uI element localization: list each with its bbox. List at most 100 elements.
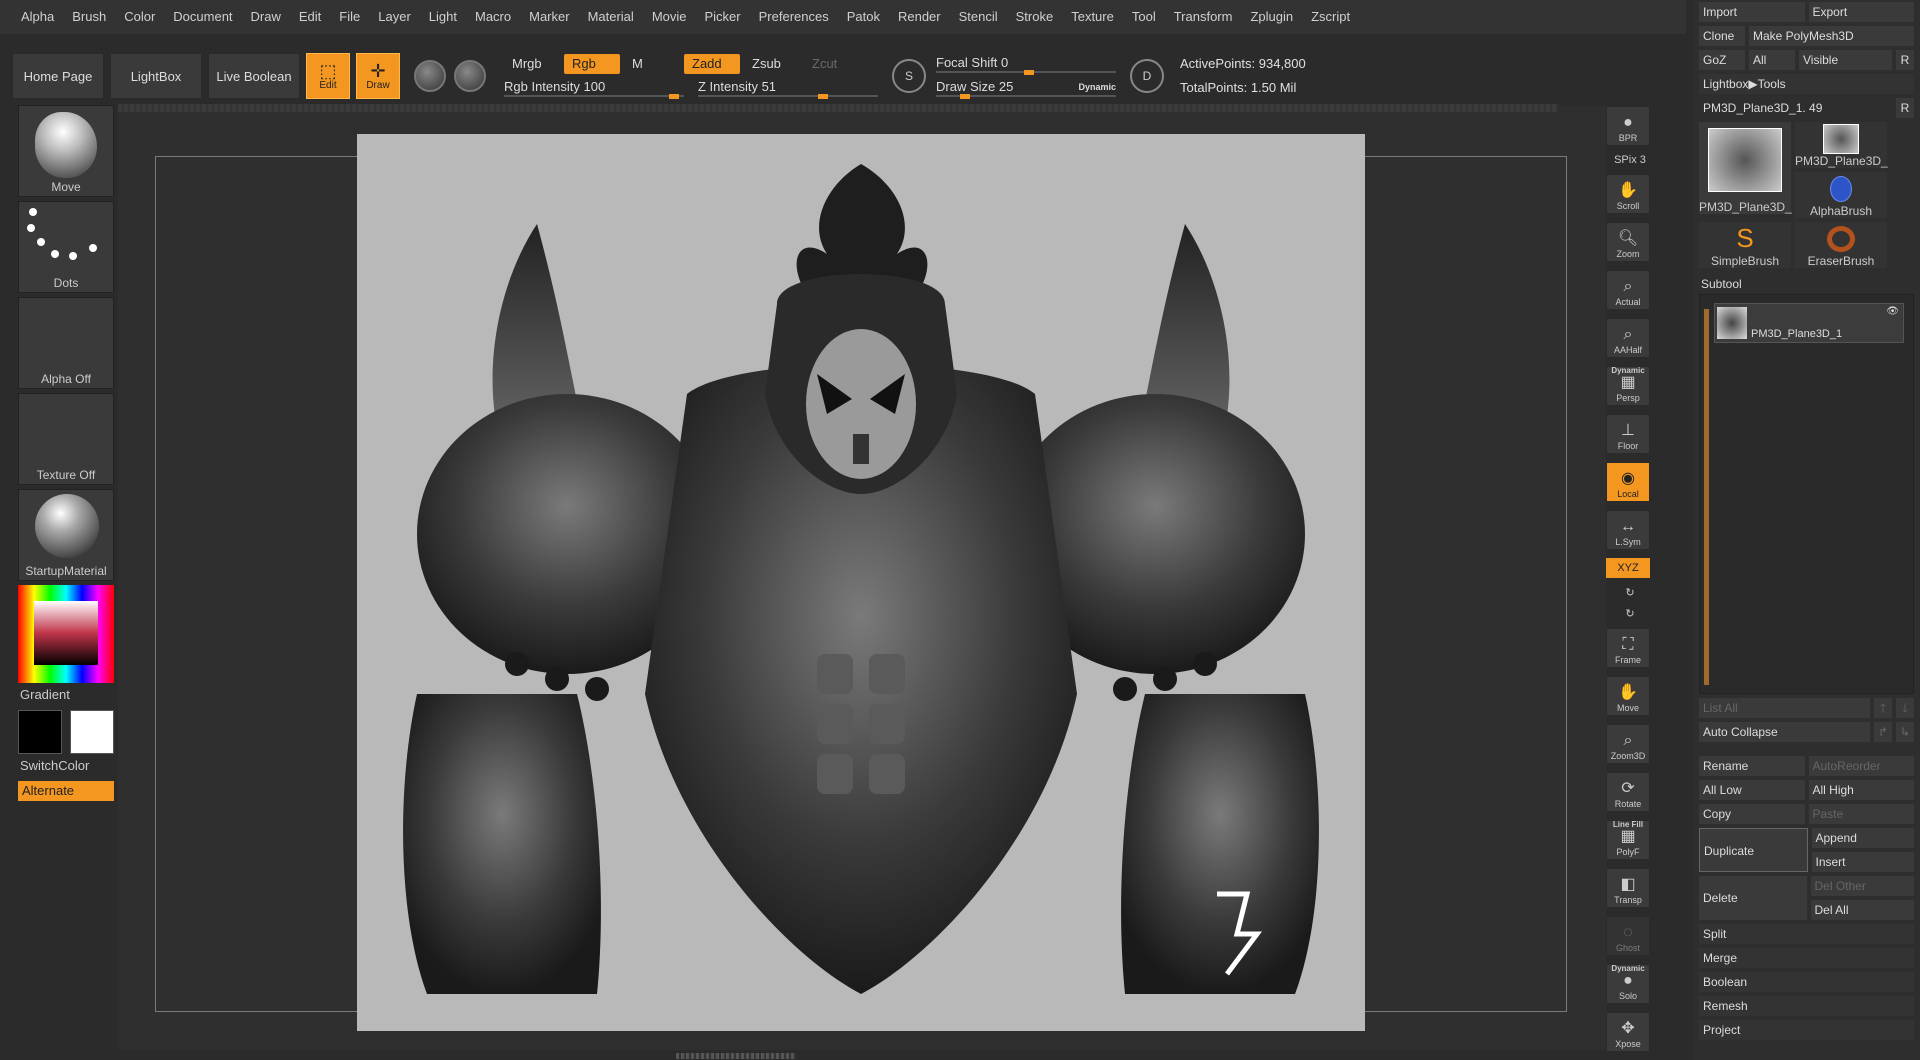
goz-visible-button[interactable]: Visible [1799, 50, 1892, 70]
menu-tool[interactable]: Tool [1123, 0, 1165, 34]
draw-size-icon[interactable]: D [1130, 59, 1164, 93]
undo-arrow-icon[interactable]: ↳ [1896, 722, 1914, 742]
focal-shift-icon[interactable]: S [892, 59, 926, 93]
menu-layer[interactable]: Layer [369, 0, 420, 34]
polyf-button[interactable]: Line Fill ▦ PolyF [1606, 820, 1650, 860]
auto-collapse-button[interactable]: Auto Collapse [1699, 722, 1870, 742]
insert-button[interactable]: Insert [1811, 852, 1914, 872]
scroll-button[interactable]: ✋ Scroll [1606, 174, 1650, 214]
xyz-button[interactable]: XYZ [1606, 558, 1650, 578]
delete-button[interactable]: Delete [1699, 876, 1807, 920]
menu-edit[interactable]: Edit [290, 0, 330, 34]
menu-marker[interactable]: Marker [520, 0, 578, 34]
bottom-tray-handle[interactable] [676, 1053, 796, 1059]
sphere-move-icon[interactable] [414, 60, 446, 92]
menu-brush[interactable]: Brush [63, 0, 115, 34]
primary-color-swatch[interactable] [18, 710, 62, 754]
alternate-toggle[interactable]: Alternate [18, 781, 114, 801]
split-menu[interactable]: Split [1699, 924, 1914, 944]
menu-alpha[interactable]: Alpha [12, 0, 63, 34]
menu-document[interactable]: Document [164, 0, 241, 34]
secondary-color-swatch[interactable] [70, 710, 114, 754]
menu-color[interactable]: Color [115, 0, 164, 34]
current-tool-r-button[interactable]: R [1896, 98, 1914, 118]
material-selector[interactable]: StartupMaterial [18, 489, 114, 581]
redo-arrow-icon[interactable]: ↱ [1874, 722, 1892, 742]
merge-menu[interactable]: Merge [1699, 948, 1914, 968]
subtool-header[interactable]: Subtool [1693, 274, 1920, 294]
alpha-selector[interactable]: Alpha Off [18, 297, 114, 389]
auto-reorder-button[interactable]: AutoReorder [1808, 756, 1914, 776]
menu-zplugin[interactable]: Zplugin [1241, 0, 1302, 34]
list-all-button[interactable]: List All [1699, 698, 1870, 718]
duplicate-button[interactable]: Duplicate [1699, 828, 1808, 872]
move-down-icon[interactable]: 🡓 [1896, 698, 1914, 718]
move-up-icon[interactable]: 🡑 [1874, 698, 1892, 718]
rgb-intensity-knob[interactable] [669, 94, 679, 99]
solo-button[interactable]: Dynamic ● Solo [1606, 964, 1650, 1004]
rename-button[interactable]: Rename [1699, 756, 1805, 776]
rotate-z-icon[interactable]: ↻ [1606, 607, 1654, 620]
canvas-top-scrollbar[interactable] [118, 104, 1558, 112]
rgb-toggle[interactable]: Rgb [564, 54, 620, 74]
m-toggle[interactable]: M [624, 54, 680, 74]
remesh-menu[interactable]: Remesh [1699, 996, 1914, 1016]
gradient-toggle[interactable]: Gradient [18, 683, 114, 706]
menu-render[interactable]: Render [889, 0, 950, 34]
tool-alphabrush[interactable]: AlphaBrush [1795, 172, 1887, 218]
menu-stroke[interactable]: Stroke [1007, 0, 1063, 34]
clone-button[interactable]: Clone [1699, 26, 1745, 46]
local-button[interactable]: ◉ Local [1606, 462, 1650, 502]
subtool-item[interactable]: 👁︎ PM3D_Plane3D_1 [1714, 303, 1904, 343]
menu-patok[interactable]: Patok [838, 0, 889, 34]
current-tool-slider[interactable]: PM3D_Plane3D_1. 49 [1699, 98, 1892, 118]
append-button[interactable]: Append [1811, 828, 1914, 848]
zcut-toggle[interactable]: Zcut [804, 54, 860, 74]
color-picker[interactable] [18, 585, 114, 683]
edit-button[interactable]: ⬚ Edit [306, 53, 350, 99]
menu-texture[interactable]: Texture [1062, 0, 1123, 34]
goz-all-button[interactable]: All [1749, 50, 1795, 70]
rotate-button[interactable]: ⟳ Rotate [1606, 772, 1650, 812]
make-polymesh-button[interactable]: Make PolyMesh3D [1749, 26, 1914, 46]
zsub-toggle[interactable]: Zsub [744, 54, 800, 74]
live-boolean-button[interactable]: Live Boolean [208, 53, 300, 99]
lsym-button[interactable]: ↔ L.Sym [1606, 510, 1650, 550]
tool-eraserbrush[interactable]: EraserBrush [1795, 222, 1887, 268]
tool-simplebrush[interactable]: S SimpleBrush [1699, 222, 1791, 268]
menu-transform[interactable]: Transform [1165, 0, 1242, 34]
sculpt-artwork[interactable] [357, 134, 1365, 1031]
menu-zscript[interactable]: Zscript [1302, 0, 1359, 34]
del-all-button[interactable]: Del All [1810, 900, 1914, 920]
sphere-scale-icon[interactable] [454, 60, 486, 92]
zadd-toggle[interactable]: Zadd [684, 54, 740, 74]
lightbox-tools-button[interactable]: Lightbox▶Tools [1699, 74, 1914, 94]
rotate-y-icon[interactable]: ↻ [1606, 586, 1654, 599]
transp-button[interactable]: ◧ Transp [1606, 868, 1650, 908]
tool-thumb-secondary[interactable]: PM3D_Plane3D_ [1795, 122, 1888, 168]
z-intensity-knob[interactable] [818, 94, 828, 99]
brush-selector[interactable]: Move [18, 105, 114, 197]
goz-button[interactable]: GoZ [1699, 50, 1745, 70]
draw-size-knob[interactable] [960, 94, 970, 99]
menu-material[interactable]: Material [579, 0, 643, 34]
focal-shift-knob[interactable] [1024, 70, 1034, 75]
rgb-intensity-slider[interactable]: Rgb Intensity 100 [504, 77, 684, 99]
tool-thumb-main[interactable]: PM3D_Plane3D_ [1699, 122, 1792, 214]
import-button[interactable]: Import [1699, 2, 1805, 22]
draw-button[interactable]: ✛ Draw [356, 53, 400, 99]
menu-macro[interactable]: Macro [466, 0, 520, 34]
lightbox-button[interactable]: LightBox [110, 53, 202, 99]
export-button[interactable]: Export [1808, 2, 1914, 22]
ghost-button[interactable]: ◌ Ghost [1606, 916, 1650, 956]
project-menu[interactable]: Project [1699, 1020, 1914, 1040]
dynamic-label[interactable]: Dynamic [1078, 77, 1116, 97]
subtool-visibility-icon[interactable]: 👁︎ [1886, 306, 1899, 317]
boolean-menu[interactable]: Boolean [1699, 972, 1914, 992]
menu-preferences[interactable]: Preferences [750, 0, 838, 34]
frame-button[interactable]: ⛶ Frame [1606, 628, 1650, 668]
mrgb-toggle[interactable]: Mrgb [504, 54, 560, 74]
floor-button[interactable]: ⊥ Floor [1606, 414, 1650, 454]
xpose-button[interactable]: ✥ Xpose [1606, 1012, 1650, 1052]
menu-file[interactable]: File [330, 0, 369, 34]
